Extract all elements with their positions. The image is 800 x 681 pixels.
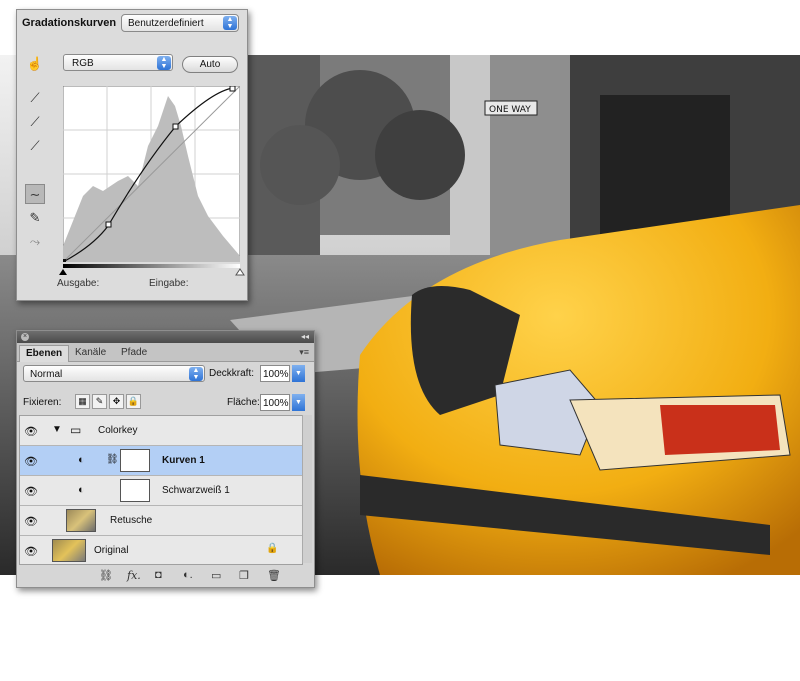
layer-mask-thumbnail[interactable] (120, 449, 150, 472)
fill-label: Fläche: (227, 397, 260, 408)
input-label: Eingabe: (149, 278, 189, 289)
layers-panel: × ◂◂ Ebenen Kanäle Pfade ▾≡ Normal ▲ ▼ De… (16, 330, 315, 588)
pencil-tool-icon[interactable]: ✎ (25, 208, 45, 228)
adjustment-icon: ◐ (78, 484, 85, 496)
auto-button[interactable]: Auto (182, 56, 238, 73)
channel-select[interactable]: RGB ▲ ▼ (63, 54, 173, 71)
layer-thumbnail[interactable] (52, 539, 86, 562)
output-label: Ausgabe: (57, 278, 100, 289)
layers-panel-titlebar: × ◂◂ (17, 331, 314, 343)
blend-mode-select[interactable]: Normal ▲ ▼ (23, 365, 205, 382)
tab-ebenen[interactable]: Ebenen (19, 345, 70, 362)
opacity-label: Deckkraft: (209, 368, 255, 379)
lock-position-icon[interactable]: ✥ (109, 394, 124, 409)
layer-row-retusche[interactable]: 👁 Retusche (20, 506, 302, 536)
adjustment-icon: ◐ (78, 454, 85, 466)
blend-stepper-icon[interactable]: ▲ ▼ (189, 367, 203, 381)
input-gradient-bar[interactable] (57, 262, 247, 276)
trash-icon[interactable]: 🗑 (267, 569, 281, 582)
folder-icon: ▭ (70, 423, 82, 437)
fill-field[interactable]: 100% (260, 394, 290, 411)
lock-label: Fixieren: (23, 397, 62, 408)
preset-value: Benutzerdefiniert (128, 18, 204, 29)
opacity-dropdown-icon[interactable]: ▼ (292, 365, 305, 382)
curve-point-white (229, 85, 236, 92)
layer-row-original[interactable]: 👁 Original 🔒 (20, 536, 302, 566)
visibility-eye-icon[interactable]: 👁 (24, 545, 38, 558)
layer-name: Original (94, 545, 129, 556)
lock-transparency-icon[interactable]: ▦ (75, 394, 90, 409)
visibility-eye-icon[interactable]: 👁 (24, 425, 38, 438)
preset-select[interactable]: Benutzerdefiniert ▲ ▼ (121, 14, 239, 32)
opacity-field[interactable]: 100% (260, 365, 290, 382)
layer-name: Colorkey (98, 425, 138, 436)
layer-name: Retusche (110, 515, 153, 526)
smooth-icon[interactable]: ⤳ (25, 232, 45, 252)
visibility-eye-icon[interactable]: 👁 (24, 455, 38, 468)
layer-name: Kurven 1 (162, 455, 205, 466)
visibility-eye-icon[interactable]: 👁 (24, 485, 38, 498)
blend-mode-value: Normal (30, 369, 63, 380)
new-layer-icon[interactable]: ❐ (239, 569, 249, 582)
visibility-eye-icon[interactable]: 👁 (24, 515, 38, 528)
layers-tabs: Ebenen Kanäle Pfade ▾≡ (17, 343, 314, 362)
one-way-sign-text: ONE WAY (489, 105, 531, 115)
layer-thumbnail[interactable] (66, 509, 96, 532)
layer-row-colorkey[interactable]: 👁 ▼ ▭ Colorkey (20, 416, 302, 446)
black-eyedropper-icon[interactable]: ⟋ (25, 88, 45, 108)
layer-row-kurven[interactable]: 👁 ◐ ⛓ Kurven 1 (20, 446, 302, 476)
curve-point-highlight (172, 123, 179, 130)
panel-menu-icon[interactable]: ▾≡ (299, 347, 309, 358)
white-eyedropper-icon[interactable]: ⟋ (25, 136, 45, 156)
chain-link-icon[interactable]: ⛓ (106, 454, 119, 465)
curves-graph[interactable] (61, 85, 241, 264)
layers-scrollbar[interactable] (302, 415, 312, 563)
channel-value: RGB (72, 58, 94, 69)
gray-eyedropper-icon[interactable]: ⟋ (25, 112, 45, 132)
curve-point-shadow (105, 221, 112, 228)
channel-stepper-icon[interactable]: ▲ ▼ (157, 56, 171, 70)
hand-adjust-icon[interactable]: ☝ (25, 54, 45, 74)
close-icon[interactable]: × (21, 333, 29, 341)
new-group-icon[interactable]: ▭ (211, 569, 221, 582)
collapse-icon[interactable]: ◂◂ (301, 331, 309, 343)
layer-name: Schwarzweiß 1 (162, 485, 230, 496)
curves-panel: Gradationskurven Benutzerdefiniert ▲ ▼ ☝ … (16, 9, 248, 301)
layer-row-schwarzweiss[interactable]: 👁 ◐ Schwarzweiß 1 (20, 476, 302, 506)
link-layers-icon[interactable]: ⛓ (99, 569, 113, 582)
tab-pfade[interactable]: Pfade (115, 345, 153, 361)
layers-footer: ⛓ fx. ◘ ◐. ▭ ❐ 🗑 (17, 565, 314, 587)
new-adjustment-icon[interactable]: ◐. (183, 569, 193, 581)
curves-panel-title: Gradationskurven (22, 17, 117, 29)
lock-icon: 🔒 (266, 543, 279, 554)
add-mask-icon[interactable]: ◘ (155, 569, 162, 581)
preset-stepper-icon[interactable]: ▲ ▼ (223, 16, 237, 30)
fx-icon[interactable]: fx. (127, 569, 141, 582)
group-expand-icon[interactable]: ▼ (52, 424, 62, 435)
curve-point-tool-icon[interactable]: ∼ (25, 184, 45, 204)
layer-mask-thumbnail[interactable] (120, 479, 150, 502)
layers-list: 👁 ▼ ▭ Colorkey 👁 ◐ ⛓ Kurven 1 👁 ◐ Schwar… (19, 415, 303, 565)
lock-all-icon[interactable]: 🔒 (126, 394, 141, 409)
tab-kanaele[interactable]: Kanäle (69, 345, 112, 361)
lock-image-icon[interactable]: ✎ (92, 394, 107, 409)
fill-dropdown-icon[interactable]: ▼ (292, 394, 305, 411)
